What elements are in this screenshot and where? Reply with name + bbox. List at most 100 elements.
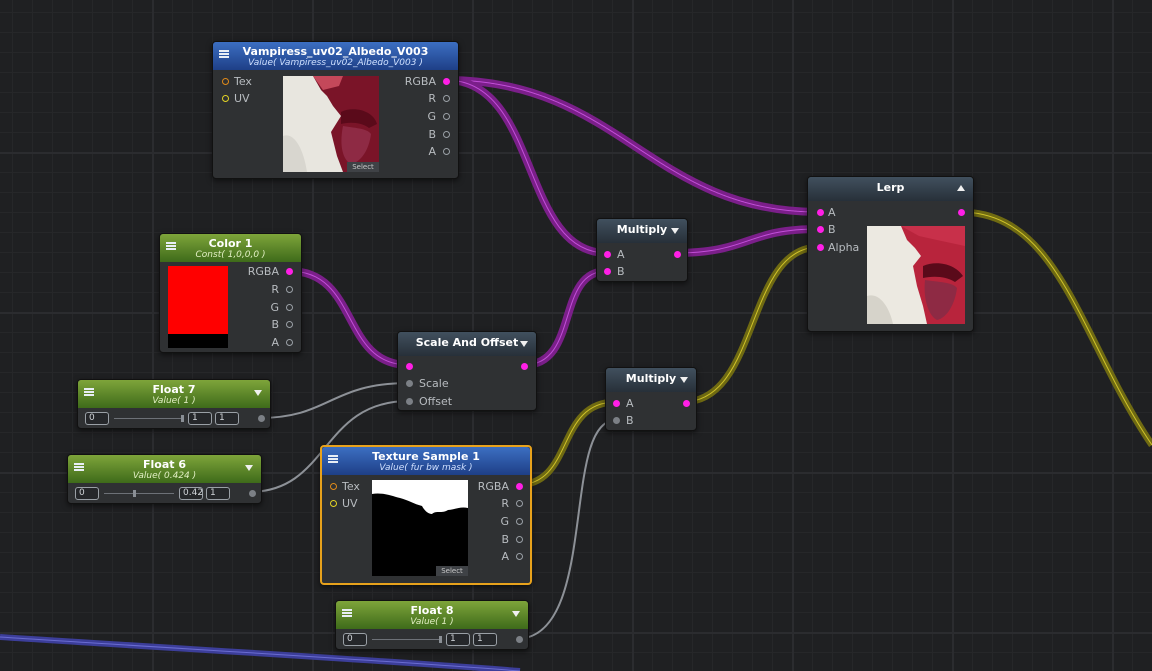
output-port[interactable] [258,415,265,422]
output-port-r[interactable] [286,286,293,293]
input-label-b: B [626,414,634,427]
node-title: Float 6 [142,458,186,471]
output-port-r[interactable] [516,500,523,507]
output-port[interactable] [674,251,681,258]
node-header[interactable]: Multiply [597,219,687,243]
output-port-a[interactable] [516,553,523,560]
slider-track[interactable] [372,639,440,640]
menu-icon[interactable] [166,242,176,250]
max-field[interactable]: 1 [215,412,239,425]
output-port-g[interactable] [516,518,523,525]
wire-multiply2-to-lerp-alpha [682,243,820,406]
node-header[interactable]: Float 7 Value( 1 ) [78,380,270,408]
float-slider[interactable]: 0 1 1 [336,633,528,647]
node-float-7[interactable]: Float 7 Value( 1 ) 0 1 1 [77,379,271,429]
output-port-a[interactable] [443,148,450,155]
min-field[interactable]: 0 [343,633,367,646]
texture-preview[interactable]: Select [372,480,468,576]
chevron-down-icon[interactable] [520,341,528,347]
input-port-uv[interactable] [330,500,337,507]
node-title: Texture Sample 1 [372,450,480,463]
slider-track[interactable] [104,493,174,494]
output-port-g[interactable] [443,113,450,120]
output-port-b[interactable] [286,321,293,328]
output-port[interactable] [958,209,965,216]
node-float-6[interactable]: Float 6 Value( 0.424 ) 0 0.42 1 [67,454,262,504]
input-port-b[interactable] [604,268,611,275]
output-port-g[interactable] [286,304,293,311]
input-port-uv[interactable] [222,95,229,102]
chevron-down-icon[interactable] [512,611,520,617]
max-field[interactable]: 1 [206,487,230,500]
node-lerp[interactable]: Lerp A B Alpha [807,176,974,332]
output-port-b[interactable] [443,131,450,138]
node-multiply-2[interactable]: Multiply A B [605,367,697,431]
node-header[interactable]: Texture Sample 1 Value( fur bw mask ) [322,447,530,475]
slider-thumb[interactable] [132,490,136,497]
node-header[interactable]: Scale And Offset [398,332,536,356]
input-port-alpha[interactable] [817,244,824,251]
node-header[interactable]: Lerp [808,177,973,201]
min-field[interactable]: 0 [75,487,99,500]
menu-icon[interactable] [219,50,229,58]
output-port[interactable] [683,400,690,407]
output-port-rgba[interactable] [516,483,523,490]
input-port-offset[interactable] [406,398,413,405]
node-scale-and-offset[interactable]: Scale And Offset Scale Offset [397,331,537,411]
select-button[interactable]: Select [347,162,379,172]
node-header[interactable]: Multiply [606,368,696,392]
chevron-down-icon[interactable] [680,377,688,383]
input-port-a[interactable] [817,209,824,216]
slider-thumb[interactable] [439,636,442,643]
menu-icon[interactable] [328,455,338,463]
menu-icon[interactable] [342,609,352,617]
node-float-8[interactable]: Float 8 Value( 1 ) 0 1 1 [335,600,529,650]
output-port-rgba[interactable] [443,78,450,85]
input-port-tex[interactable] [222,78,229,85]
menu-icon[interactable] [84,388,94,396]
input-port-a[interactable] [604,251,611,258]
input-port-a[interactable] [613,400,620,407]
node-header[interactable]: Float 8 Value( 1 ) [336,601,528,629]
chevron-down-icon[interactable] [254,390,262,396]
node-title: Lerp [876,181,905,194]
node-multiply-1[interactable]: Multiply A B [596,218,688,282]
color-swatch[interactable] [168,266,228,348]
min-field[interactable]: 0 [85,412,109,425]
output-label-g: G [270,301,279,314]
node-albedo-texture[interactable]: Vampiress_uv02_Albedo_V003 Value( Vampir… [212,41,459,179]
texture-preview[interactable]: Select [283,76,379,172]
output-label-b: B [271,318,279,331]
max-field[interactable]: 1 [473,633,497,646]
slider-track[interactable] [114,418,182,419]
input-port-b[interactable] [613,417,620,424]
input-port-value[interactable] [406,363,413,370]
output-label-a: A [271,336,279,349]
output-port-b[interactable] [516,536,523,543]
node-color-1[interactable]: Color 1 Const( 1,0,0,0 ) RGBA R G B A [159,233,302,353]
output-port-a[interactable] [286,339,293,346]
input-port-scale[interactable] [406,380,413,387]
node-header[interactable]: Float 6 Value( 0.424 ) [68,455,261,483]
chevron-up-icon[interactable] [957,185,965,191]
float-slider[interactable]: 0 0.42 1 [68,487,261,501]
value-field[interactable]: 1 [446,633,470,646]
output-port[interactable] [249,490,256,497]
input-port-tex[interactable] [330,483,337,490]
value-field[interactable]: 1 [188,412,212,425]
input-port-b[interactable] [817,226,824,233]
output-port-r[interactable] [443,95,450,102]
output-port-rgba[interactable] [286,268,293,275]
node-header[interactable]: Vampiress_uv02_Albedo_V003 Value( Vampir… [213,42,458,70]
node-texture-sample-1[interactable]: Texture Sample 1 Value( fur bw mask ) Te… [320,445,532,585]
chevron-down-icon[interactable] [671,228,679,234]
value-field[interactable]: 0.42 [179,487,203,500]
slider-thumb[interactable] [181,415,184,422]
menu-icon[interactable] [74,463,84,471]
select-button[interactable]: Select [436,566,468,576]
output-port[interactable] [521,363,528,370]
float-slider[interactable]: 0 1 1 [78,412,270,426]
chevron-down-icon[interactable] [245,465,253,471]
node-header[interactable]: Color 1 Const( 1,0,0,0 ) [160,234,301,262]
output-port[interactable] [516,636,523,643]
